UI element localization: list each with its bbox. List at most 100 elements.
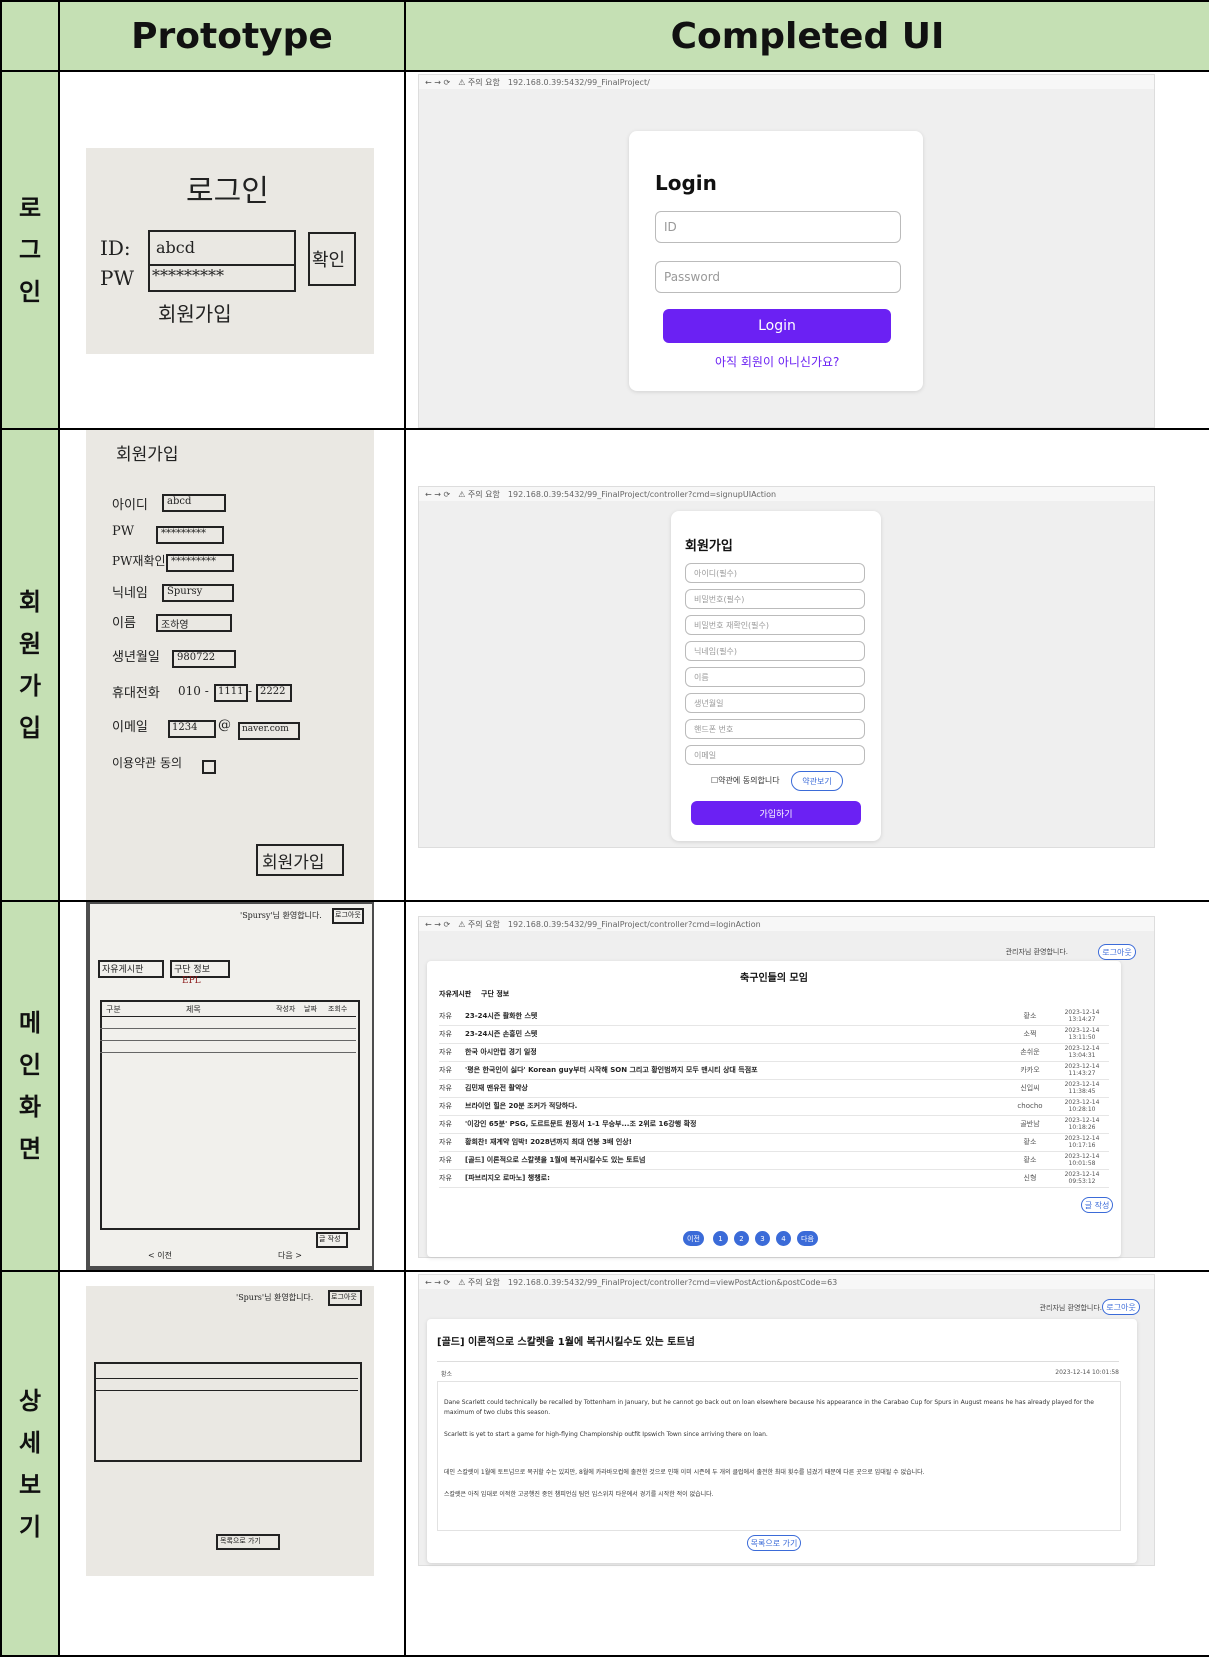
security-badge: ⚠ 주의 요함 — [458, 1277, 500, 1287]
prototype-detail: 'Spurs'님 환영합니다. 로그아웃 목록으로 가기 — [58, 1270, 406, 1657]
signup-link[interactable]: 아직 회원이 아니신가요? — [715, 353, 839, 370]
pager-page[interactable]: 4 — [776, 1231, 791, 1246]
tab-free-board[interactable]: 자유게시판 — [439, 989, 471, 999]
table-row[interactable]: 자유 김민재 맨유전 활약상 신입씨 2023-12-14 11:38:45 — [439, 1079, 1109, 1098]
id-input[interactable]: ID — [655, 211, 901, 243]
board-card: 축구인들의 모임 자유게시판 구단 정보 자유 23-24시즌 활화한 스텟 황소 2… — [427, 961, 1121, 1257]
sketch-email-label: 이메일 — [112, 720, 148, 735]
sketch-phone-last: 2222 — [256, 684, 292, 702]
signup-submit-button[interactable]: 가입하기 — [691, 801, 861, 825]
sketch-field-box: ********* — [166, 554, 234, 572]
signup-card: 회원가입 아이디(필수) 비밀번호(필수) 비밀번호 재확인(필수) 닉네임(필… — [671, 511, 881, 841]
main-greeting: 관리자님 환영합니다. — [1005, 948, 1068, 956]
sketch-signup-title: 회원가입 — [116, 445, 179, 465]
url-signup: 192.168.0.39:5432/99_FinalProject/contro… — [507, 489, 777, 499]
signup-field[interactable]: 닉네임(필수) — [685, 641, 865, 661]
sketch-line — [100, 1016, 356, 1017]
signup-field[interactable]: 생년월일 — [685, 693, 865, 713]
table-row[interactable]: 자유 23-24시즌 손흥민 스텟 소쩍 2023-12-14 13:11:50 — [439, 1025, 1109, 1044]
post-paragraph: Dane Scarlett could technically be recal… — [444, 1399, 1094, 1416]
prototype-signup: 회원가입 아이디 abcd PW ********* PW재확인 *******… — [58, 428, 406, 902]
sketch-terms-label: 이용약관 동의 — [112, 756, 183, 770]
pager-prev[interactable]: 이전 — [683, 1231, 704, 1246]
browser-bar-main: ← → ⟳ ⚠ 주의 요함 192.168.0.39:5432/99_Final… — [419, 917, 1154, 931]
table-row[interactable]: 자유 '평은 한국인이 싫다' Korean guy부터 시작해 SON 그리고 … — [439, 1061, 1109, 1080]
table-row[interactable]: 자유 23-24시즌 활화한 스텟 황소 2023-12-14 13:14:27 — [439, 1007, 1109, 1026]
signup-title: 회원가입 — [685, 539, 733, 554]
pager-page[interactable]: 3 — [755, 1231, 770, 1246]
url-detail: 192.168.0.39:5432/99_FinalProject/contro… — [507, 1277, 838, 1287]
security-badge: ⚠ 주의 요함 — [458, 919, 500, 929]
completed-signup: ← → ⟳ ⚠ 주의 요함 192.168.0.39:5432/99_Final… — [404, 428, 1209, 902]
sketch-line — [100, 1040, 356, 1041]
sketch-id-value: abcd — [156, 238, 195, 257]
write-post-button[interactable]: 글 작성 — [1081, 1197, 1113, 1213]
table-row[interactable]: 자유 한국 아시안컵 경기 일정 손쉬운 2023-12-14 13:04:31 — [439, 1043, 1109, 1062]
table-row[interactable]: 자유 [골드] 이론적으로 스칼렛을 1월에 복귀시킬수도 있는 토트넘 황소 202… — [439, 1151, 1109, 1170]
sketch-pager-next: 다음 > — [278, 1251, 302, 1260]
completed-main: ← → ⟳ ⚠ 주의 요함 192.168.0.39:5432/99_Final… — [404, 900, 1209, 1272]
browser-bar-login: ← → ⟳ ⚠ 주의 요함 192.168.0.39:5432/99_Final… — [419, 75, 1154, 89]
signup-field[interactable]: 비밀번호(필수) — [685, 589, 865, 609]
sketch-field-box: Spursy — [162, 584, 234, 602]
post-paragraph: Scarlett is yet to start a game for high… — [444, 1431, 768, 1438]
sketch-col-date: 날짜 — [304, 1005, 317, 1013]
row-label-signup: 회원가입 — [0, 428, 60, 902]
sketch-field-box: ********* — [156, 526, 224, 544]
sketch-submit-label: 회원가입 — [262, 853, 325, 873]
table-row[interactable]: 자유 브라이언 힐은 20분 조커가 적당하다. chocho 2023-12-14 1… — [439, 1097, 1109, 1116]
header-blank — [0, 0, 60, 72]
main-screenshot: ← → ⟳ ⚠ 주의 요함 192.168.0.39:5432/99_Final… — [418, 916, 1155, 1258]
sketch-post-box — [94, 1362, 362, 1462]
sketch-field-label: PW재확인 — [112, 554, 166, 568]
browser-bar-signup: ← → ⟳ ⚠ 주의 요함 192.168.0.39:5432/99_Final… — [419, 487, 1154, 501]
sketch-phone-label: 휴대전화 — [112, 686, 160, 701]
signup-field[interactable]: 아이디(필수) — [685, 563, 865, 583]
sketch-line — [100, 1052, 356, 1053]
row-label-detail: 상세보기 — [0, 1270, 60, 1657]
post-author: 황소 — [441, 1371, 453, 1378]
signup-field[interactable]: 이름 — [685, 667, 865, 687]
prototype-main: 'Spursy'님 환영합니다. 로그아웃 자유게시판 구단 정보 EPL 구분… — [58, 900, 406, 1272]
pager-page[interactable]: 2 — [734, 1231, 749, 1246]
sketch-line — [100, 1028, 356, 1029]
terms-checkbox-label[interactable]: ☐약관에 동의합니다 — [711, 775, 780, 786]
sketch-tab-free: 자유게시판 — [98, 960, 164, 978]
sketch-login-title: 로그인 — [186, 174, 269, 209]
security-badge: ⚠ 주의 요함 — [458, 77, 500, 87]
signup-field[interactable]: 핸드폰 번호 — [685, 719, 865, 739]
main-logout-button[interactable]: 로그아웃 — [1098, 944, 1136, 960]
login-button[interactable]: Login — [663, 309, 891, 343]
sketch-signup-text: 회원가입 — [158, 302, 232, 326]
table-row[interactable]: 자유 황희찬! 재계약 임박! 2028년까지 최대 연봉 3배 인상! 황소 202… — [439, 1133, 1109, 1152]
sketch-email-at: @ — [218, 718, 231, 733]
signup-field[interactable]: 비밀번호 재확인(필수) — [685, 615, 865, 635]
sketch-col-author: 작성자 — [276, 1005, 296, 1013]
detail-logout-button[interactable]: 로그아웃 — [1102, 1299, 1140, 1315]
sketch-pw-label: PW — [100, 266, 135, 290]
post-body: Dane Scarlett could technically be recal… — [437, 1381, 1121, 1531]
signup-screenshot: ← → ⟳ ⚠ 주의 요함 192.168.0.39:5432/99_Final… — [418, 486, 1155, 848]
sketch-detail-greeting: 'Spurs'님 환영합니다. — [236, 1293, 314, 1302]
sketch-phone-mid: 1111 — [214, 684, 248, 702]
terms-view-button[interactable]: 약관보기 — [791, 771, 843, 791]
table-row[interactable]: 자유 '이강인 65분' PSG, 도르트문트 원정서 1-1 무승부...조 2… — [439, 1115, 1109, 1134]
tab-club-info[interactable]: 구단 정보 — [481, 989, 509, 999]
table-row[interactable]: 자유 [파브리지오 로마노] 챙챙로: 신형 2023-12-14 09:53:12 — [439, 1169, 1109, 1188]
sketch-login: 로그인 ID: PW abcd ********* 확인 회원가입 — [86, 148, 374, 354]
completed-detail: ← → ⟳ ⚠ 주의 요함 192.168.0.39:5432/99_Final… — [404, 1270, 1209, 1657]
sketch-main: 'Spursy'님 환영합니다. 로그아웃 자유게시판 구단 정보 EPL 구분… — [86, 903, 374, 1269]
sketch-main-sheet: 'Spursy'님 환영합니다. 로그아웃 자유게시판 구단 정보 EPL 구분… — [90, 904, 372, 1266]
sketch-phone-dash: - — [248, 684, 253, 698]
password-input[interactable]: Password — [655, 261, 901, 293]
back-to-list-button[interactable]: 목록으로 가기 — [747, 1535, 801, 1551]
browser-bar-detail: ← → ⟳ ⚠ 주의 요함 192.168.0.39:5432/99_Final… — [419, 1275, 1154, 1289]
sketch-id-label: ID: — [100, 236, 131, 260]
pager-page[interactable]: 1 — [713, 1231, 728, 1246]
sketch-field-label: 아이디 — [112, 498, 148, 513]
login-screenshot: ← → ⟳ ⚠ 주의 요함 192.168.0.39:5432/99_Final… — [418, 74, 1155, 427]
sketch-detail: 'Spurs'님 환영합니다. 로그아웃 목록으로 가기 — [86, 1286, 374, 1576]
signup-field[interactable]: 이메일 — [685, 745, 865, 765]
sketch-field-label: PW — [112, 524, 135, 539]
pager-next[interactable]: 다음 — [797, 1231, 818, 1246]
